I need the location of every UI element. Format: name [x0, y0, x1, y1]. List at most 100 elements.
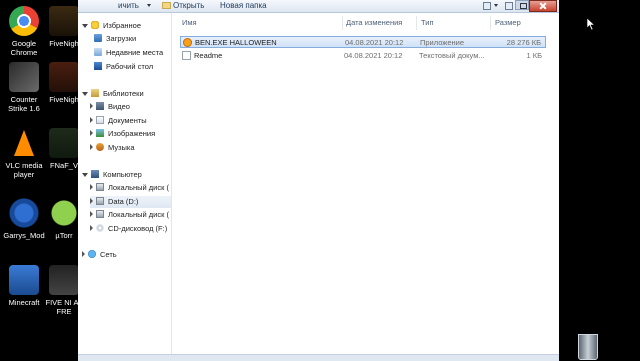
nav-label: Загрузки	[106, 34, 137, 43]
desktop-icon-minecraft[interactable]: Minecraft	[2, 265, 46, 307]
file-type: Текстовый докум...	[419, 51, 485, 60]
desktop-icon-label: Garrys_Mod	[3, 231, 45, 240]
pictures-icon	[96, 129, 104, 137]
desktop-folder-icon	[94, 62, 102, 70]
file-date: 04.08.2021 20:12	[344, 51, 403, 60]
file-list-pane: Имя Дата изменения Тип Размер BEN.EXE HA…	[172, 13, 559, 360]
star-icon	[91, 21, 99, 29]
toolbar-item-open[interactable]: Открыть	[173, 0, 204, 12]
nav-documents[interactable]: Документы	[90, 115, 147, 127]
file-type: Приложение	[420, 38, 464, 47]
nav-pictures[interactable]: Изображения	[90, 128, 155, 140]
music-icon	[96, 143, 104, 151]
collapse-arrow-icon	[82, 251, 85, 257]
five-nights-icon	[49, 265, 79, 295]
nav-desktop[interactable]: Рабочий стол	[94, 61, 153, 73]
file-row-ben-exe[interactable]: BEN.EXE HALLOWEEN 04.08.2021 20:12 Прило…	[180, 36, 546, 48]
explorer-window: ичить Открыть Новая папка Избранное Загр…	[78, 0, 559, 361]
expand-arrow-icon	[82, 92, 88, 96]
desktop-icon-label: VLC media player	[5, 161, 43, 179]
close-button[interactable]	[529, 0, 557, 12]
maximize-button[interactable]	[515, 0, 529, 10]
desktop-icon-google-chrome[interactable]: Google Chrome	[2, 6, 46, 57]
documents-icon	[96, 116, 104, 124]
nav-label: Локальный диск (	[108, 183, 169, 192]
network-icon	[88, 250, 96, 258]
column-separator[interactable]	[416, 16, 417, 30]
chevron-down-icon	[147, 4, 151, 7]
toolbar-item-burn[interactable]: ичить	[118, 0, 139, 12]
column-header-type[interactable]: Тип	[421, 16, 434, 30]
utorrent-icon	[49, 198, 79, 228]
nav-computer[interactable]: Компьютер	[82, 169, 142, 181]
file-size: 28 276 КБ	[506, 38, 541, 47]
desktop-icon-label: Minecraft	[8, 298, 40, 307]
nav-cd-drive[interactable]: CD-дисковод (F:)	[90, 223, 171, 235]
file-row-readme[interactable]: Readme 04.08.2021 20:12 Текстовый докум.…	[180, 50, 546, 62]
chrome-icon	[9, 6, 39, 36]
disk-icon	[96, 197, 104, 205]
collapse-arrow-icon	[90, 130, 93, 136]
nav-label: Избранное	[103, 21, 142, 30]
garrys-mod-icon	[9, 198, 39, 228]
collapse-arrow-icon	[90, 184, 93, 190]
nav-label: Библиотеки	[103, 89, 144, 98]
file-date: 04.08.2021 20:12	[345, 38, 404, 47]
nav-label: Музыка	[108, 143, 135, 152]
desktop-icon-counter-strike[interactable]: Counter Strike 1.6	[2, 62, 46, 113]
nav-favorites[interactable]: Избранное	[82, 20, 141, 32]
preview-pane-button[interactable]	[503, 0, 513, 11]
preview-pane-icon	[505, 2, 513, 10]
fnaf-icon	[49, 62, 79, 92]
column-separator[interactable]	[490, 16, 491, 30]
column-separator[interactable]	[342, 16, 343, 30]
nav-downloads[interactable]: Загрузки	[94, 33, 136, 45]
nav-videos[interactable]: Видео	[90, 101, 130, 113]
collapse-arrow-icon	[90, 211, 93, 217]
nav-libraries[interactable]: Библиотеки	[82, 88, 144, 100]
file-name: BEN.EXE HALLOWEEN	[195, 38, 277, 47]
navigation-pane: Избранное Загрузки Недавние места Рабочи…	[78, 13, 172, 360]
nav-label: Недавние места	[106, 48, 164, 57]
trash-can-icon	[578, 334, 598, 360]
collapse-arrow-icon	[90, 117, 93, 123]
libraries-icon	[91, 89, 99, 97]
nav-network[interactable]: Сеть	[82, 249, 117, 261]
counter-strike-icon	[9, 62, 39, 92]
collapse-arrow-icon	[90, 225, 93, 231]
cd-drive-icon	[96, 224, 104, 232]
file-size: 1 КБ	[526, 51, 542, 60]
nav-label: Видео	[108, 102, 130, 111]
column-header-date[interactable]: Дата изменения	[346, 16, 402, 30]
nav-label: Документы	[108, 116, 147, 125]
disk-icon	[96, 210, 104, 218]
nav-recent-places[interactable]: Недавние места	[94, 47, 170, 59]
expand-arrow-icon	[82, 24, 88, 28]
column-header-size[interactable]: Размер	[495, 16, 521, 30]
column-header-name[interactable]: Имя	[182, 16, 197, 30]
desktop-icon-vlc[interactable]: VLC media player	[2, 128, 46, 179]
nav-label: CD-дисковод (F:)	[108, 224, 168, 233]
desktop-icon-label: Google Chrome	[10, 39, 38, 57]
fnaf-icon	[49, 128, 79, 158]
vlc-icon	[9, 128, 39, 158]
desktop-icon-garrys-mod[interactable]: Garrys_Mod	[2, 198, 46, 240]
collapse-arrow-icon	[90, 144, 93, 150]
computer-icon	[91, 170, 99, 178]
nav-local-disk-e[interactable]: Локальный диск (	[90, 209, 171, 221]
recycle-bin-icon[interactable]	[572, 330, 602, 360]
desktop-icon-label: Counter Strike 1.6	[8, 95, 40, 113]
nav-local-disk-c[interactable]: Локальный диск (	[90, 182, 171, 194]
application-icon	[183, 38, 192, 47]
toolbar-item-new-folder[interactable]: Новая папка	[220, 0, 267, 12]
view-options-button[interactable]	[481, 0, 491, 11]
collapse-arrow-icon	[90, 198, 93, 204]
nav-data-d[interactable]: Data (D:)	[90, 196, 171, 208]
file-name: Readme	[194, 51, 223, 60]
view-icon	[483, 2, 491, 10]
text-file-icon	[182, 51, 191, 60]
command-bar: ичить Открыть Новая папка	[78, 0, 559, 13]
nav-label: Изображения	[108, 129, 156, 138]
nav-label: Локальный диск (	[108, 210, 169, 219]
nav-music[interactable]: Музыка	[90, 142, 135, 154]
